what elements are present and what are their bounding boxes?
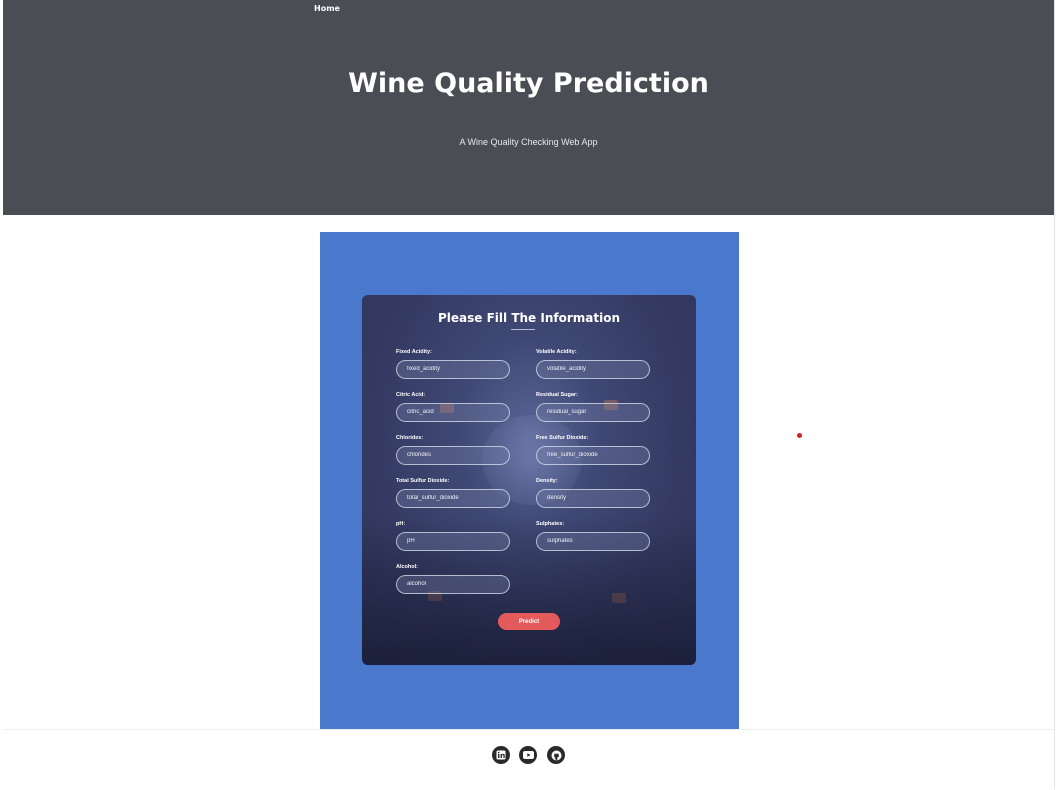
field-residual-sugar: Residual Sugar:: [536, 392, 652, 422]
free-sulfur-dioxide-label: Free Sulfur Dioxide:: [536, 435, 589, 441]
total-sulfur-dioxide-input[interactable]: [396, 488, 510, 508]
free-sulfur-dioxide-input[interactable]: [536, 445, 650, 465]
form-panel: Please Fill The Information Fixed Acidit…: [320, 232, 739, 729]
predict-button[interactable]: Predict: [498, 613, 560, 630]
alcohol-input[interactable]: [396, 574, 510, 594]
density-label: Density:: [536, 478, 558, 484]
page: Home Wine Quality Prediction A Wine Qual…: [3, 0, 1055, 789]
field-sulphates: Sulphates:: [536, 521, 652, 551]
footer: [3, 729, 1054, 789]
residual-sugar-label: Residual Sugar:: [536, 392, 578, 398]
page-title: Wine Quality Prediction: [348, 68, 709, 99]
field-density: Density:: [536, 478, 652, 508]
fixed-acidity-label: Fixed Acidity:: [396, 349, 432, 355]
linkedin-icon[interactable]: [492, 746, 510, 764]
field-volatile-acidity: Volatile Acidity:: [536, 349, 652, 379]
total-sulfur-dioxide-label: Total Sulfur Dioxide:: [396, 478, 450, 484]
title-divider: [511, 329, 535, 330]
alcohol-label: Alcohol:: [396, 564, 418, 570]
residual-sugar-input[interactable]: [536, 402, 650, 422]
nav-home-link[interactable]: Home: [314, 4, 340, 13]
fixed-acidity-input[interactable]: [396, 359, 510, 379]
field-fixed-acidity: Fixed Acidity:: [396, 349, 512, 379]
ph-label: pH:: [396, 521, 406, 527]
volatile-acidity-input[interactable]: [536, 359, 650, 379]
prediction-form: Please Fill The Information Fixed Acidit…: [362, 295, 696, 665]
sulphates-label: Sulphates:: [536, 521, 565, 527]
field-ph: pH:: [396, 521, 512, 551]
field-alcohol: Alcohol:: [396, 564, 512, 594]
density-input[interactable]: [536, 488, 650, 508]
chlorides-input[interactable]: [396, 445, 510, 465]
chlorides-label: Chlorides:: [396, 435, 424, 441]
ph-input[interactable]: [396, 531, 510, 551]
form-title: Please Fill The Information: [438, 311, 620, 325]
field-free-sulfur-dioxide: Free Sulfur Dioxide:: [536, 435, 652, 465]
cursor-dot: [797, 433, 802, 438]
volatile-acidity-label: Volatile Acidity:: [536, 349, 577, 355]
page-subtitle: A Wine Quality Checking Web App: [459, 137, 598, 147]
citric-acid-input[interactable]: [396, 402, 510, 422]
field-chlorides: Chlorides:: [396, 435, 512, 465]
youtube-icon[interactable]: [519, 746, 537, 764]
github-icon[interactable]: [547, 746, 565, 764]
field-citric-acid: Citric Acid:: [396, 392, 512, 422]
hero-header: Home Wine Quality Prediction A Wine Qual…: [3, 0, 1054, 215]
field-total-sulfur-dioxide: Total Sulfur Dioxide:: [396, 478, 512, 508]
sulphates-input[interactable]: [536, 531, 650, 551]
citric-acid-label: Citric Acid:: [396, 392, 426, 398]
